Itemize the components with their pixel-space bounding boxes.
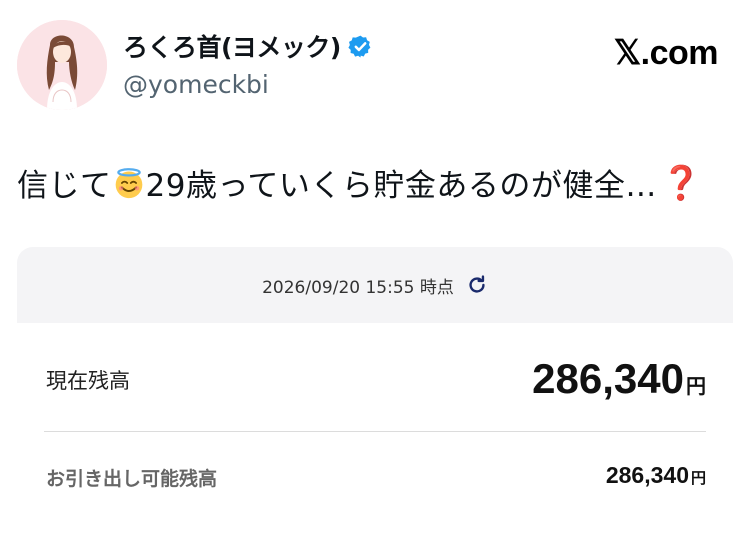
withdrawable-balance-row: お引き出し可能残高 286,340 円: [44, 432, 706, 522]
current-balance-row: 現在残高 286,340 円: [44, 323, 706, 432]
refresh-icon[interactable]: [466, 274, 488, 296]
withdrawable-balance-unit: 円: [690, 470, 706, 487]
current-balance-amount: 286,340 円: [532, 355, 706, 403]
tweet-text-main: 29歳っていくら貯金あるのが健全…: [145, 168, 657, 204]
verified-badge-icon: [348, 35, 371, 57]
site-logo: 𝕏.com: [613, 34, 719, 72]
current-balance-unit: 円: [686, 376, 706, 398]
current-balance-value: 286,340: [532, 355, 684, 402]
current-balance-label: 現在残高: [46, 369, 130, 393]
withdrawable-balance-value: 286,340: [605, 462, 689, 488]
tweet-text: 信じて 29歳っていくら貯金あるのが健全… ❓: [17, 160, 703, 205]
display-name[interactable]: ろくろ首(ヨメック): [123, 28, 373, 64]
balance-card: 2026/09/20 15:55 時点 現在残高 286,340 円 お引き出し可…: [17, 247, 733, 547]
display-name-text: ろくろ首(ヨメック): [123, 33, 341, 62]
avatar[interactable]: [17, 20, 107, 110]
balance-card-header: 2026/09/20 15:55 時点: [17, 247, 733, 323]
smiling-face-with-halo-icon: [115, 167, 142, 198]
red-question-mark-icon: ❓: [660, 162, 703, 202]
withdrawable-balance-amount: 286,340 円: [606, 462, 706, 489]
tweet-text-start: 信じて: [17, 168, 112, 204]
withdrawable-balance-label: お引き出し可能残高: [46, 468, 218, 490]
balance-timestamp: 2026/09/20 15:55 時点: [262, 277, 454, 298]
avatar-illustration: [17, 20, 107, 110]
user-handle[interactable]: @yomeckbi: [123, 70, 269, 99]
balance-card-body: 現在残高 286,340 円 お引き出し可能残高 286,340 円: [17, 323, 733, 522]
